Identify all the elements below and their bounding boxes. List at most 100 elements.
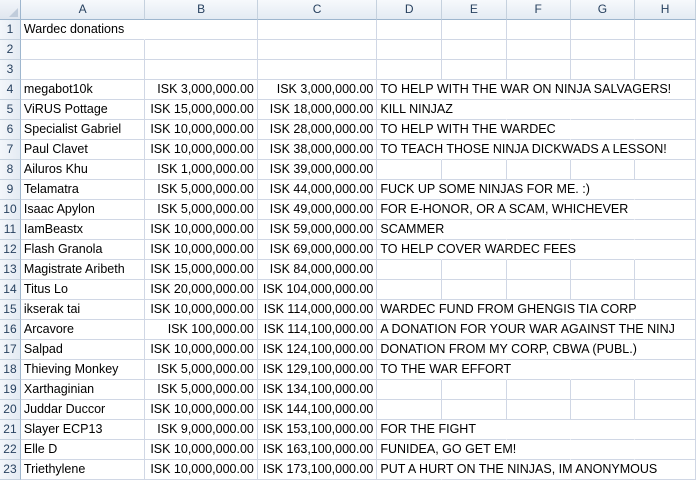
- cell-f[interactable]: [506, 400, 571, 420]
- cell-amount[interactable]: ISK 5,000,000.00: [145, 380, 258, 400]
- cell-g[interactable]: [570, 440, 636, 460]
- row-header[interactable]: 9: [0, 180, 21, 200]
- column-header-d[interactable]: D: [377, 0, 443, 20]
- cell-h[interactable]: [635, 340, 696, 360]
- column-header-b[interactable]: B: [145, 0, 258, 20]
- cell-total[interactable]: ISK 44,000,000.00: [257, 180, 378, 200]
- cell-f[interactable]: [506, 260, 571, 280]
- cell-name[interactable]: Paul Clavet: [20, 140, 146, 160]
- cell-total[interactable]: ISK 104,000,000.00: [257, 280, 378, 300]
- cell-h[interactable]: [635, 260, 696, 280]
- cell-name[interactable]: [20, 60, 146, 80]
- cell-total[interactable]: [257, 60, 378, 80]
- cell-total[interactable]: ISK 84,000,000.00: [257, 260, 378, 280]
- cell-name[interactable]: Isaac Apylon: [20, 200, 146, 220]
- cell-amount[interactable]: ISK 1,000,000.00: [145, 160, 258, 180]
- row-header[interactable]: 18: [0, 360, 21, 380]
- row-header[interactable]: 11: [0, 220, 21, 240]
- cell-h[interactable]: [635, 300, 696, 320]
- cell-h[interactable]: [635, 180, 696, 200]
- cell-h[interactable]: [635, 440, 696, 460]
- row-header[interactable]: 20: [0, 400, 21, 420]
- cell-e[interactable]: [442, 380, 507, 400]
- cell-name[interactable]: IamBeastx: [20, 220, 146, 240]
- cell-h[interactable]: [635, 400, 696, 420]
- cell-amount[interactable]: ISK 3,000,000.00: [145, 80, 258, 100]
- column-header-g[interactable]: G: [570, 0, 636, 20]
- cell-d[interactable]: [377, 380, 443, 400]
- cell-amount[interactable]: ISK 10,000,000.00: [145, 120, 258, 140]
- cell-g[interactable]: [570, 20, 636, 40]
- row-header[interactable]: 1: [0, 20, 21, 40]
- cell-amount[interactable]: ISK 10,000,000.00: [145, 460, 258, 480]
- cell-d[interactable]: TO HELP COVER WARDEC FEES: [377, 240, 576, 260]
- cell-g[interactable]: [570, 160, 636, 180]
- cell-total[interactable]: ISK 3,000,000.00: [257, 80, 378, 100]
- cell-amount[interactable]: ISK 10,000,000.00: [145, 440, 258, 460]
- row-header[interactable]: 21: [0, 420, 21, 440]
- row-header[interactable]: 6: [0, 120, 21, 140]
- row-header[interactable]: 5: [0, 100, 21, 120]
- cell-f[interactable]: [506, 360, 571, 380]
- cell-name[interactable]: Wardec donations: [20, 20, 146, 40]
- cell-total[interactable]: ISK 163,100,000.00: [257, 440, 378, 460]
- cell-d[interactable]: [377, 40, 443, 60]
- row-header[interactable]: 7: [0, 140, 21, 160]
- cell-amount[interactable]: ISK 10,000,000.00: [145, 220, 258, 240]
- cell-d[interactable]: FUCK UP SOME NINJAS FOR ME. :): [377, 180, 590, 200]
- cell-d[interactable]: TO TEACH THOSE NINJA DICKWADS A LESSON!: [377, 140, 667, 160]
- cell-name[interactable]: Triethylene: [20, 460, 146, 480]
- cell-g[interactable]: [570, 360, 636, 380]
- cell-d[interactable]: [377, 60, 443, 80]
- cell-amount[interactable]: ISK 100,000.00: [145, 320, 258, 340]
- cell-amount[interactable]: ISK 15,000,000.00: [145, 100, 258, 120]
- cell-f[interactable]: [506, 420, 571, 440]
- cell-f[interactable]: [506, 220, 571, 240]
- cell-amount[interactable]: [145, 40, 258, 60]
- cell-h[interactable]: [635, 420, 696, 440]
- row-header[interactable]: 13: [0, 260, 21, 280]
- cell-f[interactable]: [506, 20, 571, 40]
- cell-amount[interactable]: ISK 10,000,000.00: [145, 400, 258, 420]
- cell-d[interactable]: [377, 160, 443, 180]
- cell-total[interactable]: [257, 20, 378, 40]
- cell-h[interactable]: [635, 240, 696, 260]
- cell-amount[interactable]: ISK 5,000,000.00: [145, 180, 258, 200]
- cell-f[interactable]: [506, 100, 571, 120]
- cell-h[interactable]: [635, 120, 696, 140]
- cell-total[interactable]: ISK 49,000,000.00: [257, 200, 378, 220]
- column-header-a[interactable]: A: [20, 0, 146, 20]
- cell-d[interactable]: FOR E-HONOR, OR A SCAM, WHICHEVER: [377, 200, 628, 220]
- cell-g[interactable]: [570, 120, 636, 140]
- row-header[interactable]: 14: [0, 280, 21, 300]
- cell-g[interactable]: [570, 420, 636, 440]
- cell-f[interactable]: [506, 40, 571, 60]
- cell-h[interactable]: [635, 100, 696, 120]
- cell-name[interactable]: Juddar Duccor: [20, 400, 146, 420]
- cell-h[interactable]: [635, 40, 696, 60]
- cell-amount[interactable]: ISK 5,000,000.00: [145, 360, 258, 380]
- cell-amount[interactable]: ISK 20,000,000.00: [145, 280, 258, 300]
- cell-total[interactable]: ISK 69,000,000.00: [257, 240, 378, 260]
- cell-g[interactable]: [570, 400, 636, 420]
- cell-amount[interactable]: ISK 10,000,000.00: [145, 240, 258, 260]
- cell-h[interactable]: [635, 200, 696, 220]
- cell-amount[interactable]: ISK 5,000,000.00: [145, 200, 258, 220]
- cell-g[interactable]: [570, 380, 636, 400]
- cell-amount[interactable]: ISK 10,000,000.00: [145, 140, 258, 160]
- cell-total[interactable]: ISK 38,000,000.00: [257, 140, 378, 160]
- row-header[interactable]: 23: [0, 460, 21, 480]
- select-all-corner[interactable]: [0, 0, 21, 20]
- row-header[interactable]: 16: [0, 320, 21, 340]
- cell-name[interactable]: ikserak tai: [20, 300, 146, 320]
- cell-name[interactable]: Specialist Gabriel: [20, 120, 146, 140]
- cell-name[interactable]: Ailuros Khu: [20, 160, 146, 180]
- cell-h[interactable]: [635, 160, 696, 180]
- row-header[interactable]: 15: [0, 300, 21, 320]
- cell-d[interactable]: SCAMMER: [377, 220, 444, 240]
- cell-name[interactable]: Salpad: [20, 340, 146, 360]
- cell-d[interactable]: PUT A HURT ON THE NINJAS, IM ANONYMOUS: [377, 460, 657, 480]
- row-header[interactable]: 3: [0, 60, 21, 80]
- cell-name[interactable]: Flash Granola: [20, 240, 146, 260]
- cell-total[interactable]: ISK 114,000,000.00: [257, 300, 378, 320]
